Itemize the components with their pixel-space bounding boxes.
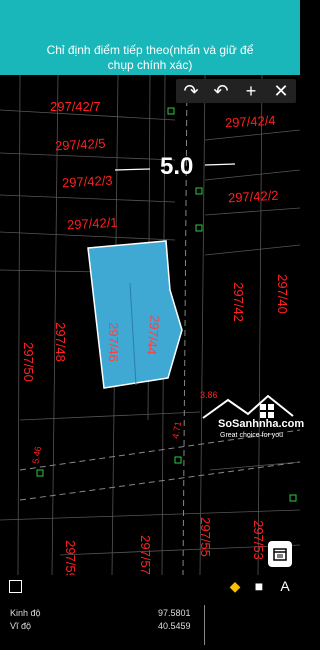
add-point-icon[interactable]: +: [240, 80, 262, 102]
drawing-toolbar: ↷ ↶ + ✕: [176, 79, 296, 103]
layer-tool-icon[interactable]: ◆: [226, 577, 244, 595]
square-tool-icon[interactable]: ■: [250, 577, 268, 595]
instruction-line-2: chụp chính xác): [107, 58, 193, 72]
parcel-label-50: 297/50: [20, 342, 36, 382]
map-canvas[interactable]: 297/42/7 297/42/5 297/42/3 297/42/1 297/…: [0, 75, 300, 575]
parcel-label-48: 297/48: [52, 322, 68, 362]
dimension-label-3: 5.46: [30, 445, 44, 465]
parcel-label-40: 297/40: [274, 274, 290, 314]
verify-label: Kiểm tra kết quả và đánh dấu trên bản về: [30, 581, 214, 592]
parcel-label-42-4: 297/42/4: [224, 112, 276, 131]
parcel-label-55: 297/55: [197, 517, 213, 557]
parcel-label-53: 297/53: [250, 520, 266, 560]
parcel-label-44: 297/44: [144, 314, 163, 356]
parcel-label-42-7: 297/42/7: [50, 99, 101, 114]
coord-value-1: 97.5801: [158, 608, 191, 618]
close-icon[interactable]: ✕: [270, 80, 292, 102]
coord-value-2: 40.5459: [158, 621, 191, 631]
parcel-label-46: 297/46: [105, 322, 121, 362]
parcel-label-42-1: 297/42/1: [66, 214, 118, 233]
parcel-label-42-2: 297/42/2: [227, 187, 279, 206]
parcel-label-42-3: 297/42/3: [61, 172, 113, 191]
parcel-label-42: 297/42: [230, 282, 246, 322]
instruction-line-1: Chỉ định điểm tiếp theo(nhấn và giữ để: [46, 43, 254, 57]
verify-checkbox[interactable]: [9, 580, 22, 593]
watermark-brand: SoSanhnha.com: [218, 418, 305, 430]
calendar-icon: [273, 548, 287, 561]
parcel-label-57: 297/57: [137, 535, 153, 575]
parcel-label-42-5: 297/42/5: [54, 135, 106, 154]
instruction-header: Chỉ định điểm tiếp theo(nhấn và giữ để c…: [0, 0, 300, 75]
text-tool-icon[interactable]: A: [276, 577, 294, 595]
calendar-button[interactable]: [268, 541, 292, 567]
watermark: SoSanhnha.com Great choice for you: [198, 388, 304, 448]
watermark-tagline: Great choice for you: [220, 432, 284, 439]
coord-label-1: Kinh độ: [10, 608, 41, 618]
undo-icon[interactable]: ↶: [210, 80, 232, 102]
coord-label-2: Vĩ độ: [10, 621, 32, 631]
curve-tool-icon[interactable]: ↷: [180, 80, 202, 102]
dimension-label-2: 4.71: [170, 420, 184, 440]
parcel-label-59: 297/59: [62, 540, 78, 575]
distance-label: 5.0: [160, 153, 194, 180]
bottom-divider: [204, 605, 205, 645]
